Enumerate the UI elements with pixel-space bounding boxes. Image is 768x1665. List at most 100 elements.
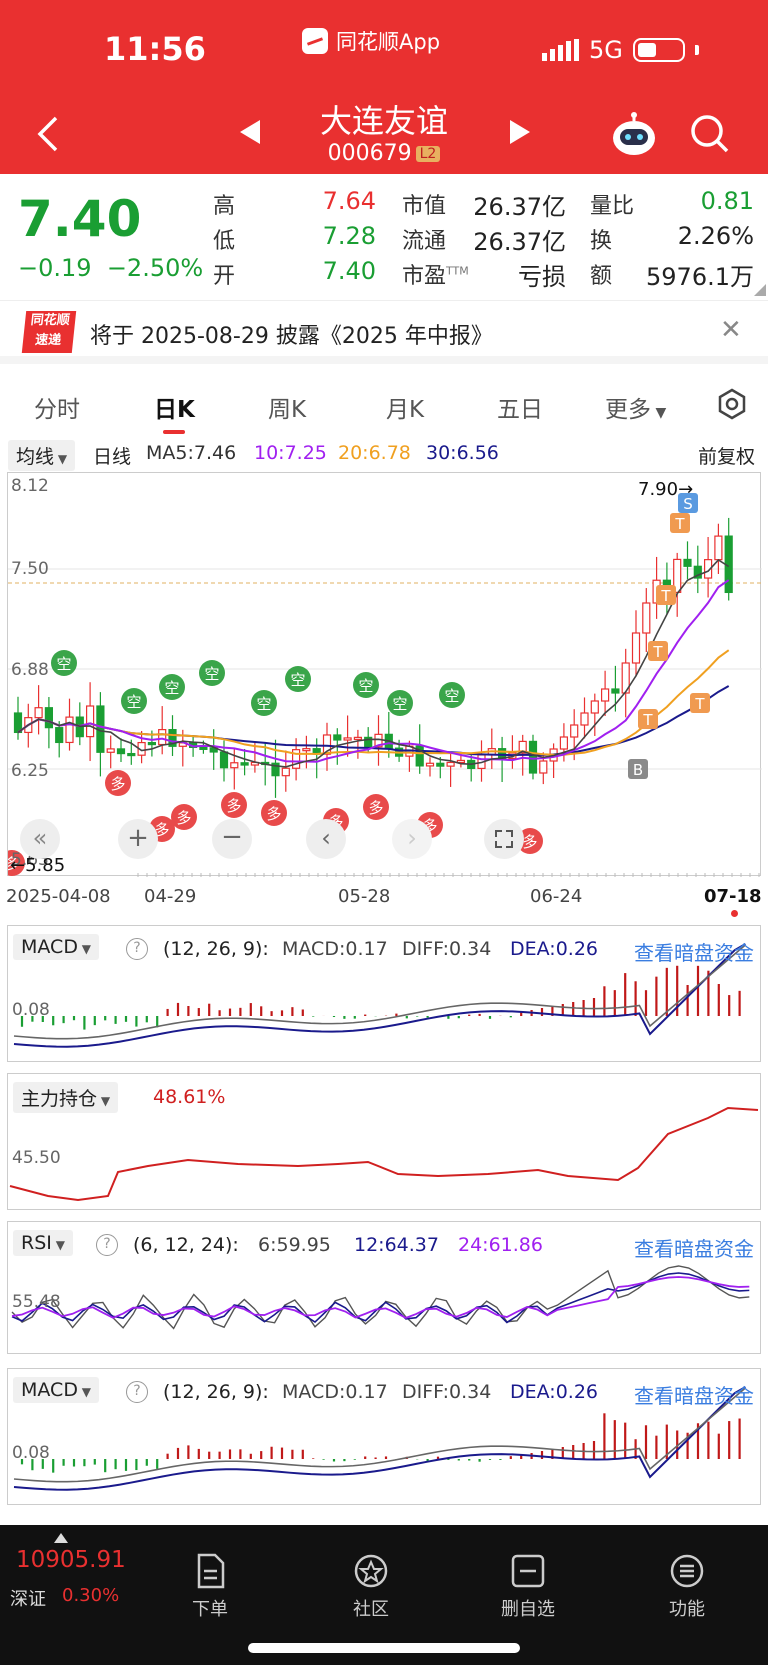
candle-body — [343, 737, 352, 741]
home-indicator — [248, 1643, 520, 1653]
candle-body — [714, 535, 723, 561]
remove-watchlist-icon — [511, 1554, 545, 1588]
chart-settings-icon[interactable] — [716, 388, 748, 420]
network-label: 5G — [589, 36, 623, 64]
tab-intraday[interactable]: 分时 — [34, 390, 80, 424]
macd-value: MACD:0.17 — [282, 1381, 388, 1403]
bottom-bar: 10905.91 深证 0.30% 下单 社区 删自选 功能 — [0, 1525, 768, 1665]
scroll-right-button[interactable]: › — [392, 819, 432, 859]
long-signal-label: 多 — [226, 797, 241, 815]
long-signal-label: 多 — [110, 775, 125, 793]
latest-dot — [731, 910, 738, 917]
index-value[interactable]: 10905.91 — [16, 1547, 126, 1573]
next-stock-icon[interactable] — [508, 118, 532, 146]
t-signal-label: T — [660, 587, 671, 605]
index-name: 深证 — [10, 1589, 46, 1610]
macd-params: (12, 26, 9): — [163, 1381, 269, 1403]
candle-body — [631, 632, 641, 664]
macd-selector-2[interactable]: MACD ▼ — [13, 1377, 100, 1403]
macd-panel-2[interactable]: MACD ▼ ? (12, 26, 9): MACD:0.17 DIFF:0.3… — [7, 1368, 761, 1505]
app-logo-icon — [302, 28, 328, 54]
candle-body — [55, 727, 64, 744]
scroll-left-button[interactable]: ‹ — [306, 819, 346, 859]
candle-body — [353, 736, 362, 740]
short-signal-label: 空 — [358, 677, 373, 695]
main-holding-panel[interactable]: 主力持仓 ▼ 48.61% 45.50 — [7, 1073, 761, 1210]
candle-body — [147, 741, 156, 746]
adjust-mode[interactable]: 前复权 — [698, 442, 755, 469]
functions-icon — [670, 1554, 704, 1588]
macd-params: (12, 26, 9): — [163, 938, 269, 960]
robot-assistant-icon[interactable] — [610, 112, 658, 158]
y-tick: 8.12 — [11, 476, 49, 496]
low-label: 低 — [213, 229, 236, 254]
close-icon[interactable]: ✕ — [720, 315, 742, 345]
tab-five-day[interactable]: 五日 — [497, 390, 543, 424]
order-icon — [197, 1553, 225, 1589]
expand-corner-icon[interactable] — [754, 284, 766, 296]
announcement-bar[interactable]: 同花顺 速递 将于 2025-08-29 披露《2025 年中报》 ✕ — [0, 300, 768, 364]
holding-line — [9, 1106, 759, 1202]
help-icon[interactable]: ? — [126, 1381, 148, 1403]
b-signal-label: B — [633, 761, 643, 779]
short-signal-label: 空 — [256, 695, 271, 713]
candle-body — [281, 767, 290, 777]
period-label: 日线 — [93, 446, 132, 468]
rsi-lines — [11, 1265, 750, 1330]
kline-chart[interactable]: 空空空空空空空空空多多多多多多多多多多TTTTTSB 8.12 7.50 6.8… — [7, 472, 762, 877]
turnover-value: 2.26% — [677, 222, 754, 250]
date-tick: 04-29 — [144, 886, 197, 907]
ma-selector[interactable]: 均线 ▼ — [8, 440, 76, 471]
tab-daily-k[interactable]: 日K — [154, 390, 195, 424]
ma20-value: 20:6.78 — [338, 442, 411, 464]
axis-label: 45.50 — [12, 1148, 61, 1168]
tab-more[interactable]: 更多 ▼ — [605, 390, 666, 424]
short-signal-label: 空 — [126, 693, 141, 711]
nav-community[interactable]: 社区 — [326, 1553, 416, 1621]
candle-body — [34, 707, 43, 719]
open-value: 7.40 — [322, 257, 376, 285]
candle-body — [302, 748, 311, 752]
kline-candles — [13, 517, 733, 798]
zoom-out-button[interactable]: − — [212, 819, 252, 859]
rsi-selector[interactable]: RSI ▼ — [13, 1230, 73, 1256]
fullscreen-button[interactable] — [484, 819, 524, 859]
short-signal-label: 空 — [164, 679, 179, 697]
y-tick: 6.25 — [11, 761, 49, 781]
express-news-logo: 同花顺 速递 — [21, 311, 77, 353]
dark-pool-link[interactable]: 查看暗盘资金 — [634, 1380, 754, 1409]
y-tick: 7.50 — [11, 559, 49, 579]
rsi-params: (6, 12, 24): — [133, 1234, 239, 1256]
search-icon[interactable] — [690, 114, 730, 154]
dark-pool-link[interactable]: 查看暗盘资金 — [634, 1233, 754, 1262]
candle-body — [590, 700, 599, 714]
help-icon[interactable]: ? — [126, 938, 148, 960]
price-change-pct: −2.50% — [106, 254, 204, 282]
tab-monthly-k[interactable]: 月K — [386, 390, 424, 424]
dark-pool-link[interactable]: 查看暗盘资金 — [634, 937, 754, 966]
help-icon[interactable]: ? — [96, 1234, 118, 1256]
amount-value: 5976.1万 — [646, 263, 754, 291]
status-time: 11:56 — [104, 30, 206, 68]
macd-panel-1[interactable]: MACD ▼ ? (12, 26, 9): MACD:0.17 DIFF:0.3… — [7, 925, 761, 1062]
rsi-panel[interactable]: RSI ▼ ? (6, 12, 24): 6:59.95 12:64.37 24… — [7, 1221, 761, 1354]
collapse-left-icon[interactable]: « — [20, 819, 60, 859]
tab-weekly-k[interactable]: 周K — [268, 390, 306, 424]
nav-functions[interactable]: 功能 — [642, 1553, 732, 1621]
price-change: −0.19 — [18, 254, 92, 282]
short-signal-label: 空 — [290, 671, 305, 689]
macd-selector-1[interactable]: MACD ▼ — [13, 934, 100, 960]
zoom-in-button[interactable]: + — [118, 819, 158, 859]
nav-order[interactable]: 下单 — [165, 1553, 255, 1621]
open-label: 开 — [213, 264, 236, 289]
app-header: 11:56 同花顺App 5G 大连友谊 000679 L2 — [0, 0, 768, 174]
announcement-text: 将于 2025-08-29 披露《2025 年中报》 — [90, 324, 493, 349]
nav-remove-watchlist[interactable]: 删自选 — [483, 1553, 573, 1621]
candle-body — [436, 762, 445, 767]
app-badge[interactable]: 同花顺App — [302, 26, 440, 56]
volume-ratio-value: 0.81 — [700, 187, 754, 215]
pe-label: 市盈TTM — [402, 264, 469, 289]
l2-badge[interactable]: L2 — [415, 146, 441, 162]
holding-selector[interactable]: 主力持仓 ▼ — [13, 1082, 119, 1113]
ma30-value: 30:6.56 — [426, 442, 499, 464]
